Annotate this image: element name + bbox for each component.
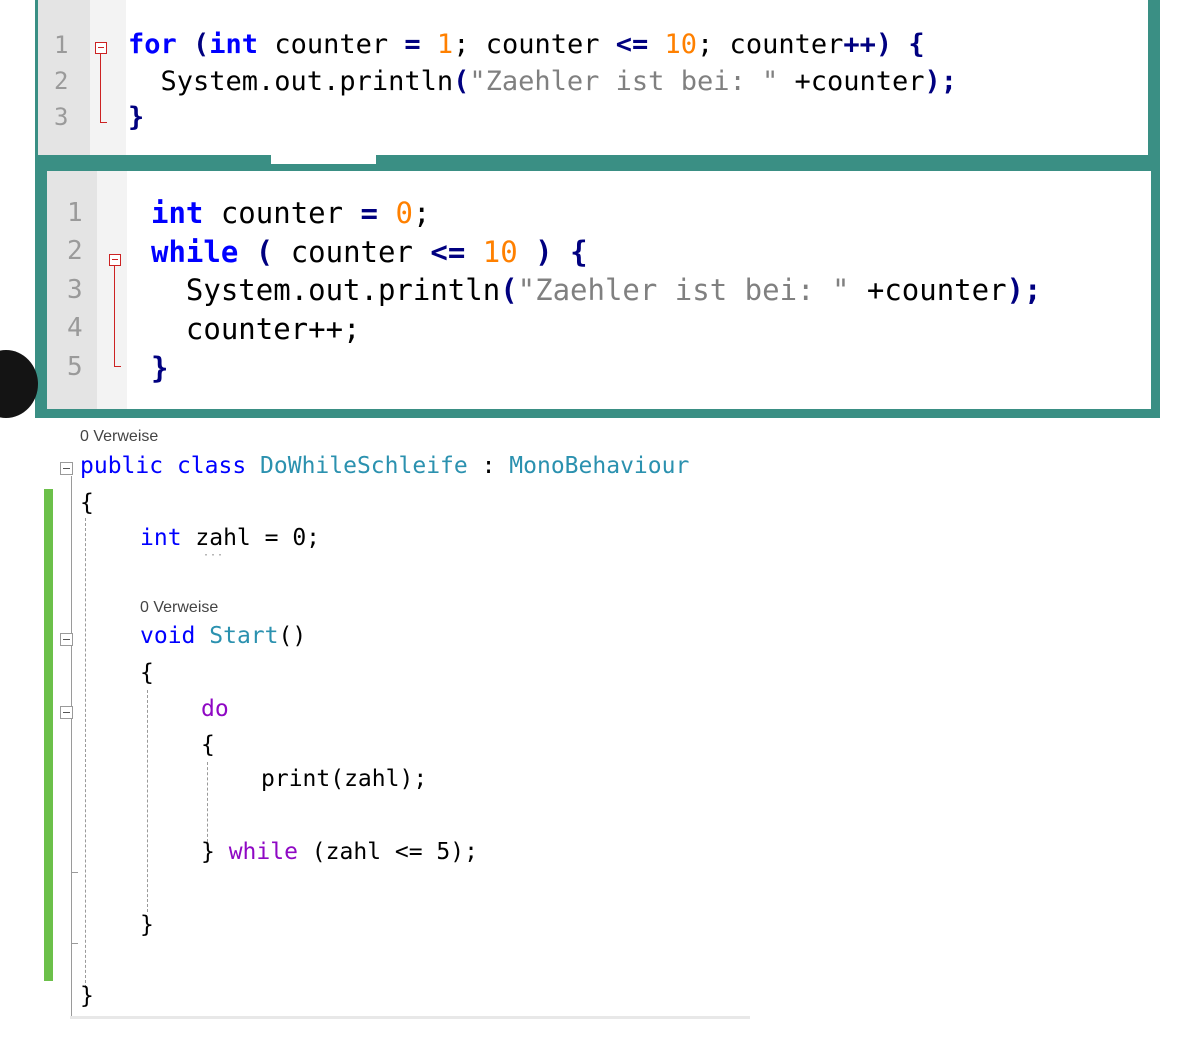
outline-guide bbox=[71, 476, 72, 1016]
fold-range-end bbox=[100, 122, 107, 123]
open-brace: { bbox=[201, 732, 215, 758]
do-keyword-line: do bbox=[201, 696, 229, 722]
code-line-5: } bbox=[151, 351, 169, 385]
code-panel-for-loop: 1 2 3 for (int counter = 1; counter <= 1… bbox=[38, 0, 1148, 155]
fold-range-line bbox=[114, 266, 115, 366]
indent-guide bbox=[147, 690, 148, 912]
code-line-4: counter++; bbox=[151, 312, 361, 346]
line-number: 5 bbox=[67, 352, 83, 382]
editor-scroll-edge bbox=[70, 1016, 750, 1019]
code-line-2: while ( counter <= 10 ) { bbox=[151, 235, 588, 269]
method-declaration-line: void Start() bbox=[140, 623, 307, 649]
code-panel-while-loop: 1 2 3 4 5 int counter = 0; while ( count… bbox=[47, 171, 1151, 409]
close-brace: } bbox=[80, 983, 94, 1009]
changed-lines-indicator bbox=[44, 489, 53, 981]
outline-guide-tick bbox=[71, 943, 78, 944]
indent-guide bbox=[207, 762, 208, 842]
line-number: 3 bbox=[54, 103, 69, 131]
line-number: 3 bbox=[67, 275, 83, 305]
code-line-3: } bbox=[128, 102, 145, 133]
open-brace: { bbox=[80, 490, 94, 516]
fold-range-end bbox=[114, 366, 121, 367]
fold-range-line bbox=[100, 54, 101, 122]
collapse-do-block-icon[interactable] bbox=[60, 706, 73, 719]
while-condition-line: } while (zahl <= 5); bbox=[201, 839, 478, 865]
fold-toggle-icon[interactable] bbox=[95, 42, 107, 54]
code-line-1: for (int counter = 1; counter <= 10; cou… bbox=[128, 29, 925, 60]
line-number: 2 bbox=[54, 67, 69, 95]
indent-guide bbox=[85, 518, 86, 988]
print-statement-line: print(zahl); bbox=[261, 766, 428, 792]
suggestion-dots[interactable]: ··· bbox=[203, 550, 224, 561]
field-declaration-line: int zahl = 0; bbox=[140, 525, 321, 551]
fold-margin bbox=[97, 171, 127, 409]
line-number: 4 bbox=[67, 313, 83, 343]
fold-margin bbox=[90, 0, 126, 155]
code-line-1: int counter = 0; bbox=[151, 196, 431, 230]
references-codelens[interactable]: 0 Verweise bbox=[80, 428, 158, 446]
outline-guide-tick bbox=[71, 872, 78, 873]
collapse-class-icon[interactable] bbox=[60, 462, 73, 475]
line-number: 1 bbox=[67, 198, 83, 228]
fold-toggle-icon[interactable] bbox=[109, 254, 121, 266]
dark-overlay-button bbox=[0, 346, 38, 418]
line-number: 1 bbox=[54, 31, 69, 59]
class-declaration-line: public class DoWhileSchleife : MonoBehav… bbox=[80, 453, 690, 479]
open-brace: { bbox=[140, 660, 154, 686]
references-codelens[interactable]: 0 Verweise bbox=[140, 599, 218, 617]
code-line-3: System.out.println("Zaehler ist bei: " +… bbox=[151, 273, 1042, 307]
close-brace: } bbox=[140, 912, 154, 938]
collapse-method-icon[interactable] bbox=[60, 633, 73, 646]
line-number: 2 bbox=[67, 236, 83, 266]
code-line-2: System.out.println("Zaehler ist bei: " +… bbox=[128, 66, 958, 97]
